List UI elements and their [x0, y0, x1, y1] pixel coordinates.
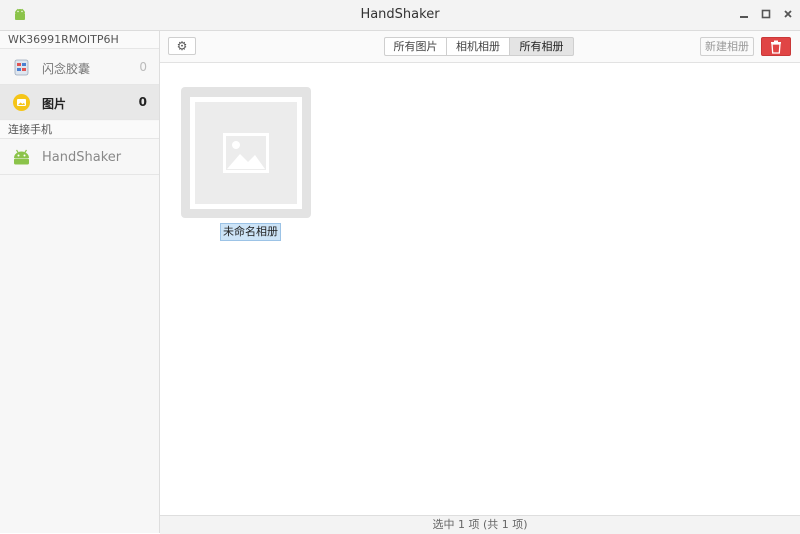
tab-camera-album[interactable]: 相机相册 [446, 37, 510, 56]
album-thumbnail [190, 97, 302, 209]
image-placeholder-icon [223, 133, 269, 173]
sidebar-item-count: 0 [138, 95, 147, 109]
close-icon [784, 10, 792, 18]
sidebar: WK36991RMOITP6H 闪念胶囊 0 图片 0 连接手机 HandSha… [0, 31, 160, 533]
toolbar: ⚙ 所有图片 相机相册 所有相册 新建相册 [160, 31, 800, 63]
sidebar-item-handshaker[interactable]: HandShaker [0, 140, 159, 175]
tab-all-albums[interactable]: 所有相册 [509, 37, 574, 56]
album-grid: 未命名相册 [160, 63, 800, 515]
device-name: WK36991RMOITP6H [0, 31, 159, 49]
section-label: 连接手机 [0, 121, 159, 139]
sidebar-item-photos[interactable]: 图片 0 [0, 85, 159, 120]
sidebar-item-label: 闪念胶囊 [42, 62, 91, 76]
sidebar-item-flash-capsule[interactable]: 闪念胶囊 0 [0, 50, 159, 85]
album-name-input[interactable]: 未命名相册 [220, 223, 281, 241]
phone-label: HandShaker [42, 150, 122, 165]
photo-icon [13, 94, 30, 111]
sidebar-item-count: 0 [139, 60, 147, 74]
tab-all-photos[interactable]: 所有图片 [384, 37, 447, 56]
minimize-button[interactable] [735, 6, 753, 24]
maximize-button[interactable] [757, 6, 775, 24]
album-card[interactable] [181, 87, 311, 218]
settings-button[interactable]: ⚙ [168, 37, 196, 55]
new-album-button[interactable]: 新建相册 [700, 37, 754, 56]
maximize-icon [761, 9, 771, 19]
gear-icon: ⚙ [176, 39, 188, 53]
minimize-icon [740, 16, 748, 18]
trash-icon [771, 40, 781, 54]
android-icon [14, 149, 29, 165]
delete-button[interactable] [761, 37, 791, 56]
sidebar-item-label: 图片 [42, 97, 67, 111]
status-bar: 选中 1 项 (共 1 项) [160, 515, 800, 534]
window-title: HandShaker [360, 7, 440, 22]
close-button[interactable] [779, 6, 797, 24]
title-bar: HandShaker [0, 0, 800, 31]
capsule-icon [14, 59, 29, 76]
